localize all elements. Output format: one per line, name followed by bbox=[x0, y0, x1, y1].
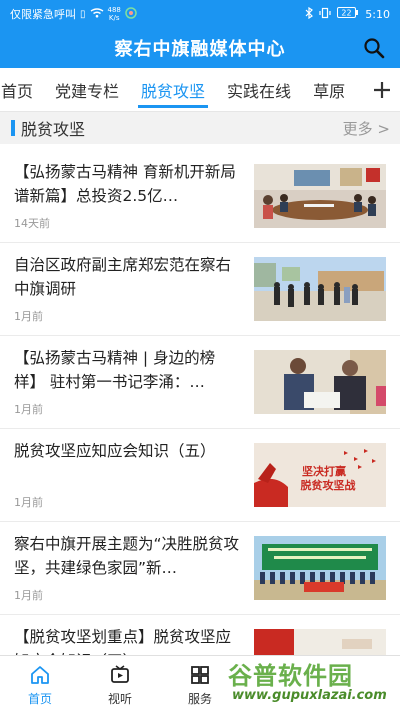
news-thumbnail-meeting bbox=[254, 164, 386, 228]
watermark-text: 谷普软件园 bbox=[228, 662, 353, 690]
news-thumbnail-poster: 坚决打赢 脱贫攻坚战 bbox=[254, 443, 386, 507]
search-icon bbox=[364, 38, 385, 59]
news-title: 【弘扬蒙古马精神 育新机开新局谱新篇】总投资2.5亿… bbox=[14, 163, 236, 205]
news-time: 14天前 bbox=[14, 217, 50, 230]
news-time: 1月前 bbox=[14, 310, 43, 323]
news-thumbnail-event bbox=[254, 536, 386, 600]
status-right: 22 5:10 bbox=[305, 6, 390, 22]
status-bar: 仅限紧急呼叫 ▯ 488 K/s 22 5:10 bbox=[0, 0, 400, 28]
carrier-text: 仅限紧急呼叫 bbox=[10, 8, 76, 21]
news-item[interactable]: 【弘扬蒙古马精神 育新机开新局谱新篇】总投资2.5亿… 14天前 bbox=[0, 150, 400, 243]
news-list: 【弘扬蒙古马精神 育新机开新局谱新篇】总投资2.5亿… 14天前 自治区政府副主… bbox=[0, 150, 400, 708]
news-time: 1月前 bbox=[14, 403, 43, 416]
grid-icon bbox=[191, 666, 209, 684]
section-header: 脱贫攻坚 更多 > bbox=[0, 112, 400, 144]
news-thumbnail-inspection bbox=[254, 257, 386, 321]
bluetooth-icon bbox=[305, 6, 314, 22]
site-watermark: 谷普软件园 www.gupuxlazai.com bbox=[228, 656, 396, 708]
section-title: 脱贫攻坚 bbox=[21, 120, 86, 139]
app-title: 察右中旗融媒体中心 bbox=[114, 39, 286, 60]
news-time: 1月前 bbox=[14, 589, 43, 602]
news-title: 察右中旗开展主题为“决胜脱贫攻坚，共建绿色家园”新… bbox=[14, 535, 240, 577]
svg-text:22: 22 bbox=[342, 9, 352, 18]
news-item[interactable]: 自治区政府副主席郑宏范在察右中旗调研 1月前 bbox=[0, 243, 400, 336]
tab-home[interactable]: 首页 bbox=[0, 68, 44, 111]
tab-grassland[interactable]: 草原 bbox=[302, 68, 356, 111]
bottom-tab-label: 首页 bbox=[27, 692, 52, 706]
section-accent-bar bbox=[11, 120, 15, 136]
video-icon bbox=[111, 665, 129, 683]
news-thumbnail-secretary bbox=[254, 350, 386, 414]
news-item[interactable]: 【弘扬蒙古马精神 | 身边的榜样】 驻村第一书记李涌：… 1月前 bbox=[0, 336, 400, 429]
news-title: 【弘扬蒙古马精神 | 身边的榜样】 驻村第一书记李涌：… bbox=[14, 349, 216, 391]
bottom-tab-home[interactable]: 首页 bbox=[0, 656, 80, 711]
add-channel-button[interactable] bbox=[364, 68, 400, 111]
sim-icon: ▯ bbox=[80, 8, 86, 20]
news-title: 自治区政府副主席郑宏范在察右中旗调研 bbox=[14, 256, 232, 298]
battery-icon: 22 bbox=[337, 7, 359, 21]
channel-tabs: 首页 党建专栏 脱贫攻坚 实践在线 草原 bbox=[0, 68, 400, 112]
news-title: 脱贫攻坚应知应会知识（五） bbox=[14, 442, 216, 460]
news-time: 1月前 bbox=[14, 496, 43, 509]
poster-text-line2: 脱贫攻坚战 bbox=[301, 478, 356, 492]
tab-party-building[interactable]: 党建专栏 bbox=[44, 68, 130, 111]
tab-practice-online[interactable]: 实践在线 bbox=[216, 68, 302, 111]
watermark-url: www.gupuxlazai.com bbox=[232, 688, 387, 703]
app-notification-icon bbox=[125, 6, 137, 22]
network-speed: 488 K/s bbox=[107, 6, 121, 22]
bottom-tab-label: 服务 bbox=[187, 692, 212, 706]
wifi-icon bbox=[90, 7, 104, 21]
search-button[interactable] bbox=[362, 36, 386, 60]
home-icon bbox=[31, 666, 49, 684]
plus-icon bbox=[374, 82, 390, 98]
news-item[interactable]: 察右中旗开展主题为“决胜脱贫攻坚，共建绿色家园”新… 1月前 bbox=[0, 522, 400, 615]
bottom-tab-video[interactable]: 视听 bbox=[80, 656, 160, 711]
status-left: 仅限紧急呼叫 ▯ 488 K/s bbox=[10, 6, 305, 22]
clock-time: 5:10 bbox=[365, 7, 390, 21]
more-link[interactable]: 更多 > bbox=[343, 118, 390, 139]
tab-poverty-alleviation[interactable]: 脱贫攻坚 bbox=[130, 68, 216, 111]
poster-text-line1: 坚决打赢 bbox=[302, 464, 346, 478]
bottom-tab-label: 视听 bbox=[107, 692, 132, 706]
vibrate-icon bbox=[319, 7, 331, 22]
news-item[interactable]: 脱贫攻坚应知应会知识（五） 1月前 坚决打赢 脱贫攻坚战 bbox=[0, 429, 400, 522]
app-header: 察右中旗融媒体中心 bbox=[0, 28, 400, 68]
